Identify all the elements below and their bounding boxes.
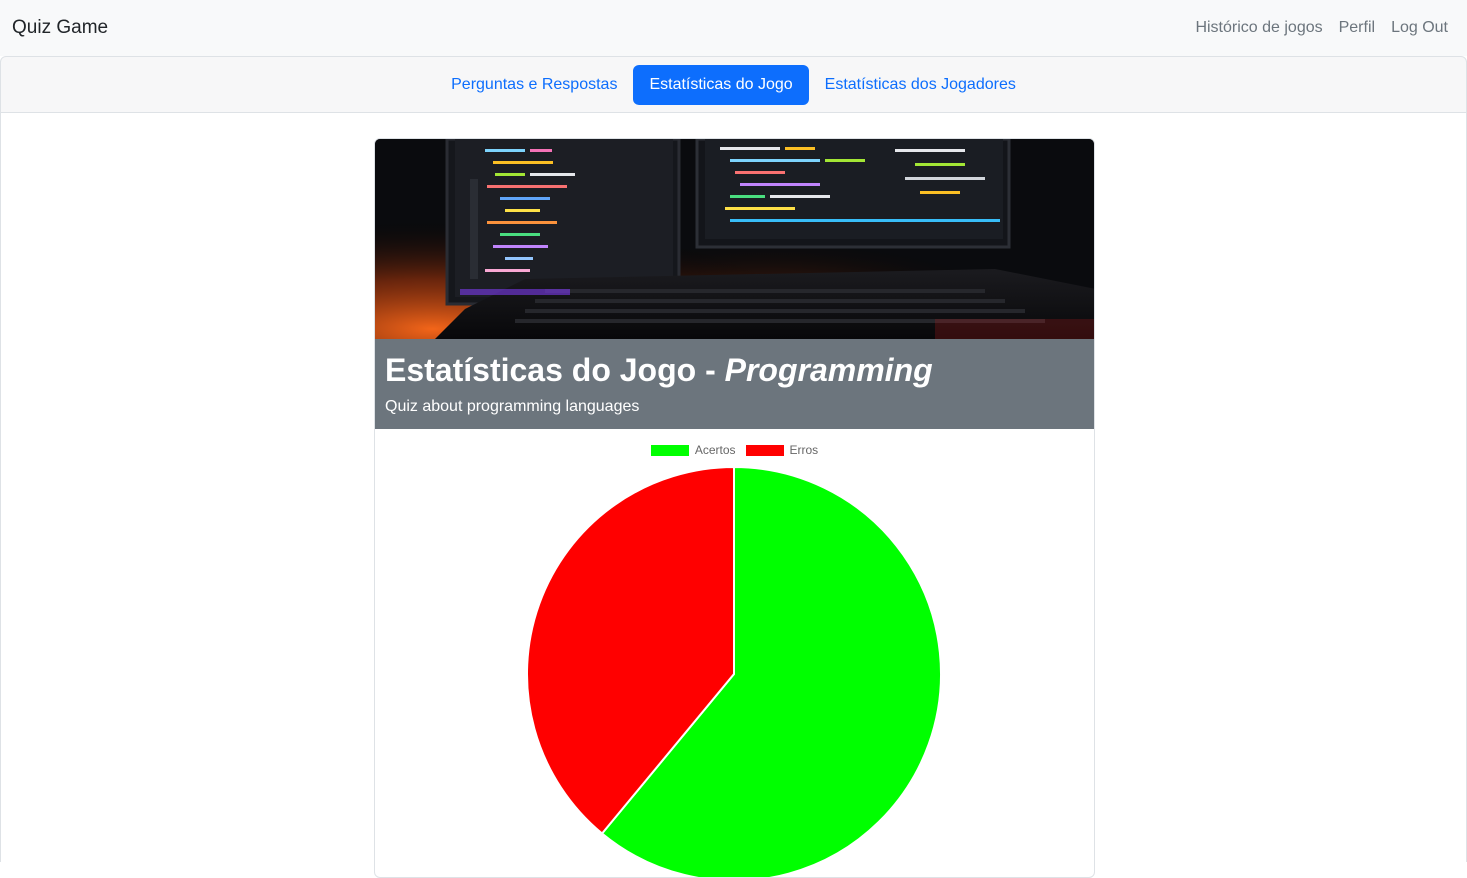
tab-player-statistics[interactable]: Estatísticas dos Jogadores	[809, 65, 1032, 105]
card-subtitle: Quiz about programming languages	[385, 398, 640, 415]
pie-svg	[526, 465, 942, 877]
nav-link-profile[interactable]: Perfil	[1339, 19, 1375, 37]
card-title-band: Estatísticas do Jogo - Programming Quiz …	[375, 339, 1094, 429]
nav-link-game-history[interactable]: Histórico de jogos	[1195, 19, 1322, 37]
stats-pie-chart: Acertos Erros	[375, 429, 1094, 877]
card-title: Estatísticas do Jogo - Programming	[385, 351, 1084, 389]
nav-link-logout[interactable]: Log Out	[1391, 19, 1448, 37]
card-title-category: Programming	[724, 352, 933, 388]
programming-desk-image	[375, 139, 1094, 339]
brand-link[interactable]: Quiz Game	[12, 17, 108, 39]
top-navbar: Quiz Game Histórico de jogos Perfil Log …	[0, 0, 1467, 56]
card-header-image	[375, 139, 1094, 339]
frame-border-left	[0, 112, 1, 862]
tab-game-statistics[interactable]: Estatísticas do Jogo	[633, 64, 809, 105]
game-stats-card: Estatísticas do Jogo - Programming Quiz …	[374, 138, 1095, 878]
tab-questions-answers[interactable]: Perguntas e Respostas	[435, 65, 633, 105]
tab-bar: Perguntas e Respostas Estatísticas do Jo…	[0, 56, 1467, 113]
navbar-links: Histórico de jogos Perfil Log Out	[1195, 19, 1448, 37]
card-title-prefix: Estatísticas do Jogo -	[385, 352, 725, 388]
